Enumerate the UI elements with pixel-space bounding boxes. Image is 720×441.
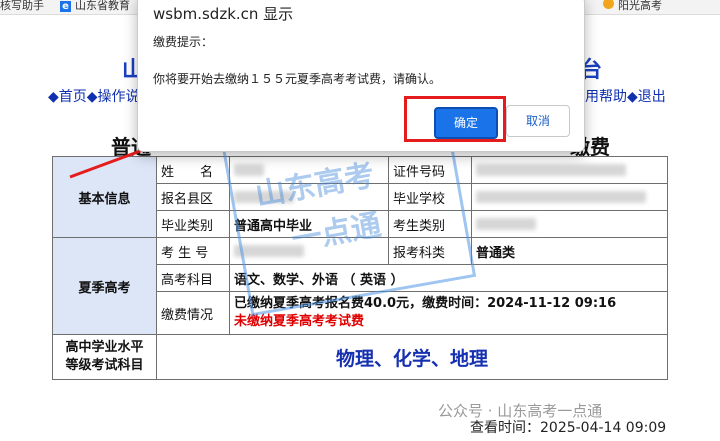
cancel-button[interactable]: 取消 (506, 105, 570, 137)
dialog-message: 你将要开始去缴纳１５５元夏季高考考试费，请确认。 (153, 72, 442, 86)
dialog-label: 缴费提示： (153, 35, 214, 49)
confirm-dialog: wsbm.sdzk.cn 显示 缴费提示： 你将要开始去缴纳１５５元夏季高考考试… (137, 0, 585, 152)
dialog-title: wsbm.sdzk.cn 显示 (153, 5, 294, 23)
confirm-button-highlight (404, 96, 506, 142)
